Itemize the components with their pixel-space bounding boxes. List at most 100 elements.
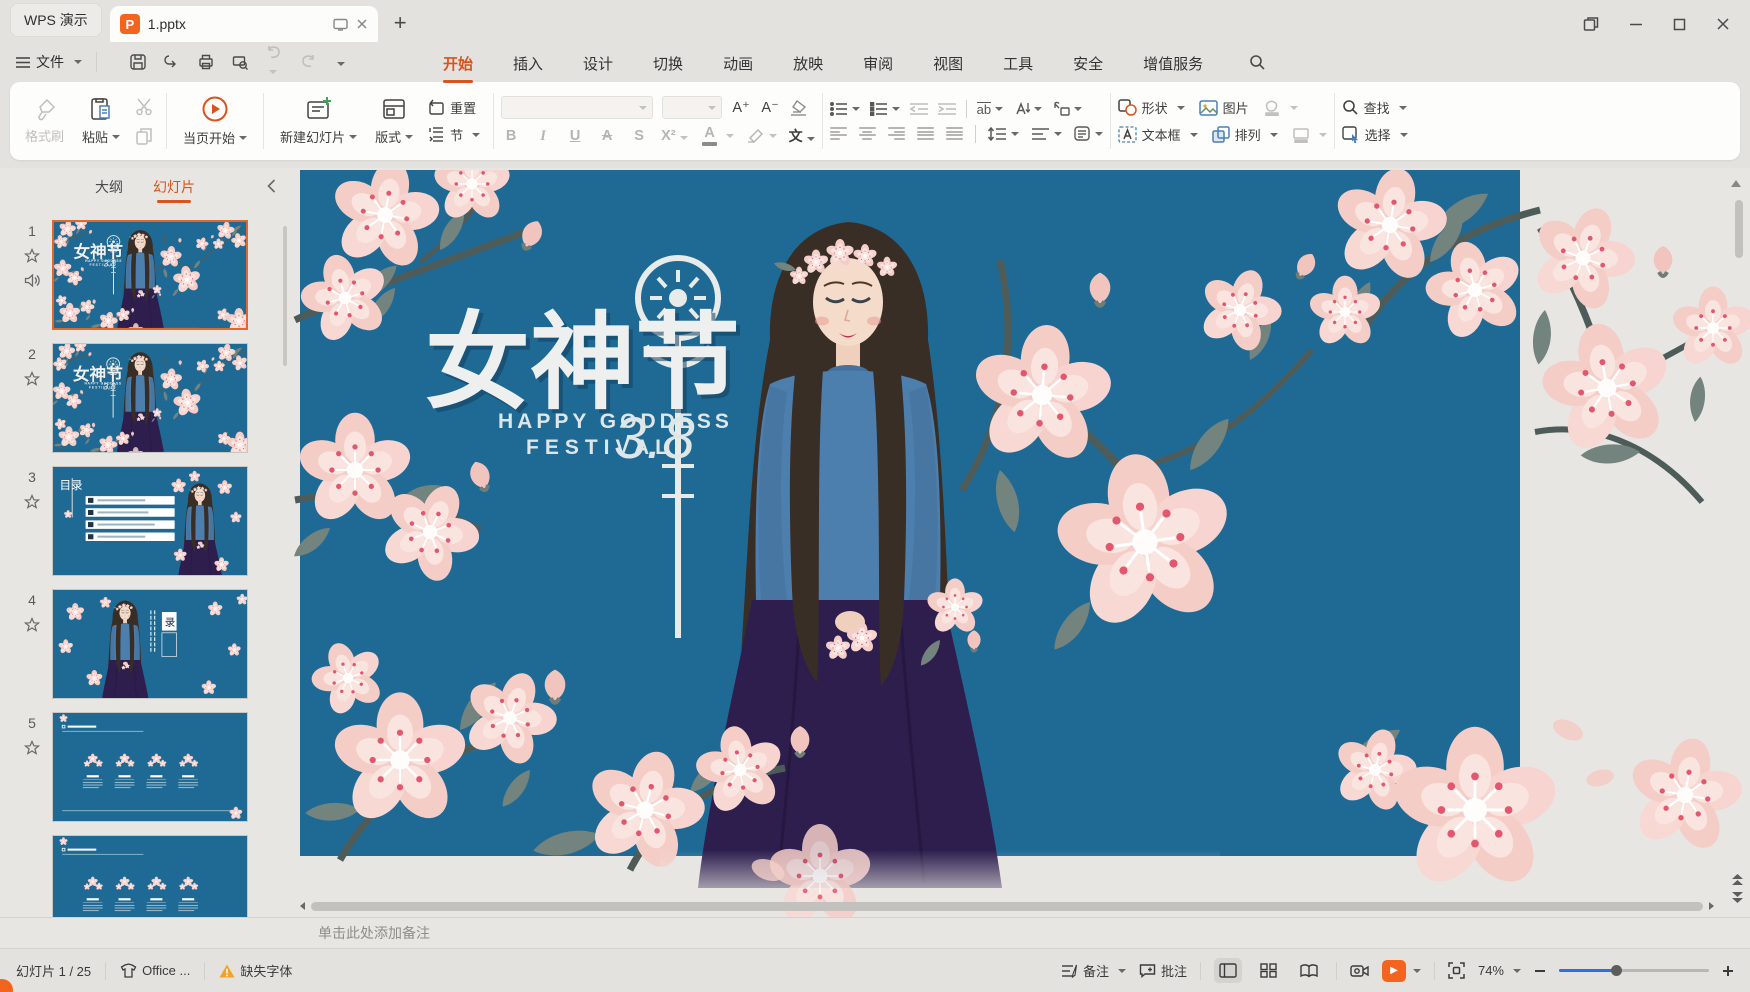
notes-area[interactable]: 单击此处添加备注 — [0, 917, 1750, 948]
textbox-button[interactable]: 文本框 — [1118, 125, 1198, 144]
zoom-slider[interactable] — [1559, 969, 1709, 972]
star-icon[interactable] — [24, 494, 40, 510]
tab-insert[interactable]: 插入 — [511, 44, 545, 81]
align-distribute-icon[interactable] — [946, 127, 963, 140]
slide-editor[interactable] — [290, 168, 1750, 917]
strikethrough-button[interactable]: A — [597, 128, 617, 144]
undo-icon[interactable] — [265, 45, 283, 79]
zoom-level[interactable]: 74% — [1478, 963, 1521, 978]
slide-thumbnail-1[interactable] — [52, 220, 248, 330]
reset-button[interactable]: 重置 — [428, 98, 480, 117]
slides-tab[interactable]: 幻灯片 — [151, 169, 197, 205]
slide-thumbnail-3[interactable] — [52, 466, 248, 576]
tab-premium[interactable]: 增值服务 — [1141, 44, 1205, 81]
ribbon-search-icon[interactable] — [1249, 54, 1266, 71]
export-icon[interactable] — [163, 53, 181, 71]
slide-thumbnail-5[interactable] — [52, 712, 248, 822]
app-home-button[interactable]: WPS 演示 — [10, 3, 102, 37]
audio-icon[interactable] — [24, 273, 40, 288]
bold-button[interactable]: B — [501, 128, 521, 144]
star-icon[interactable] — [24, 617, 40, 633]
new-slide-button[interactable]: 新建幻灯片 — [271, 87, 366, 155]
close-button[interactable] — [1716, 17, 1730, 31]
tab-animation[interactable]: 动画 — [721, 44, 755, 81]
maximize-button[interactable] — [1673, 18, 1686, 31]
superscript-button[interactable]: X² — [661, 128, 688, 144]
star-icon[interactable] — [24, 740, 40, 756]
text-direction-icon[interactable] — [1013, 101, 1030, 116]
slide-thumbnail-4[interactable] — [52, 589, 248, 699]
redo-icon[interactable] — [299, 54, 317, 70]
previous-slide-button[interactable] — [1732, 874, 1743, 886]
slide-canvas[interactable] — [290, 170, 1750, 917]
tab-security[interactable]: 安全 — [1071, 44, 1105, 81]
shadow-button[interactable]: S — [629, 128, 649, 144]
paste-button[interactable]: 粘贴 — [73, 87, 129, 155]
bullet-list-icon[interactable] — [830, 102, 848, 116]
slideshow-play-button[interactable]: ▶ — [1382, 960, 1406, 982]
decrease-indent-icon[interactable] — [910, 102, 928, 116]
missing-font-button[interactable]: 缺失字体 — [219, 961, 292, 980]
fill-style-button[interactable] — [1263, 100, 1298, 116]
font-size-combo[interactable] — [662, 96, 722, 119]
star-icon[interactable] — [24, 248, 40, 264]
scroll-right-icon[interactable] — [1709, 902, 1714, 910]
scroll-left-icon[interactable] — [300, 902, 305, 910]
char-spacing-button[interactable]: ab — [977, 102, 991, 116]
vertical-scrollbar[interactable] — [1735, 200, 1743, 258]
increase-indent-icon[interactable] — [938, 102, 956, 116]
paragraph-spacing-icon[interactable] — [1031, 127, 1049, 141]
tab-share-screen-icon[interactable] — [333, 18, 348, 31]
highlight-pen-icon[interactable] — [746, 128, 765, 144]
clear-format-icon[interactable] — [789, 99, 808, 116]
align-left-icon[interactable] — [830, 127, 847, 140]
zoom-in-button[interactable] — [1722, 965, 1734, 977]
italic-button[interactable]: I — [533, 128, 553, 145]
line-spacing-icon[interactable] — [988, 127, 1006, 141]
align-right-icon[interactable] — [888, 127, 905, 140]
normal-view-button[interactable] — [1214, 958, 1242, 983]
font-color-button[interactable]: A — [700, 126, 720, 146]
section-button[interactable]: 节 — [428, 125, 480, 144]
layout-button[interactable]: 版式 — [366, 87, 422, 155]
document-tab[interactable]: P 1.pptx — [110, 6, 378, 42]
new-tab-button[interactable]: + — [394, 12, 407, 34]
next-slide-button[interactable] — [1732, 892, 1743, 904]
zoom-out-button[interactable] — [1534, 965, 1546, 977]
print-icon[interactable] — [197, 53, 215, 71]
copy-icon[interactable] — [134, 126, 154, 146]
notes-toggle-button[interactable]: 备注 — [1061, 961, 1126, 980]
print-preview-icon[interactable] — [231, 53, 249, 71]
tab-view[interactable]: 视图 — [931, 44, 965, 81]
outline-tab[interactable]: 大纲 — [93, 169, 125, 205]
increase-font-button[interactable]: A⁺ — [731, 100, 751, 116]
pinyin-button[interactable]: 文 — [789, 126, 815, 146]
find-button[interactable]: 查找 — [1342, 98, 1407, 117]
play-from-current-button[interactable]: 当页开始 — [174, 87, 256, 155]
slide-thumbnail-6[interactable] — [52, 835, 248, 917]
tab-tools[interactable]: 工具 — [1001, 44, 1035, 81]
select-button[interactable]: 选择 — [1342, 125, 1408, 144]
numbered-list-icon[interactable] — [870, 102, 888, 116]
underline-button[interactable]: U — [565, 128, 585, 144]
shapes-button[interactable]: 形状 — [1118, 98, 1185, 117]
slide-sorter-view-button[interactable] — [1255, 958, 1282, 983]
minimize-button[interactable] — [1629, 17, 1643, 31]
scroll-up-icon[interactable] — [1731, 180, 1741, 187]
more-commands-icon[interactable] — [333, 53, 345, 71]
decrease-font-button[interactable]: A⁻ — [760, 100, 780, 116]
tab-transitions[interactable]: 切换 — [651, 44, 685, 81]
reading-view-button[interactable] — [1295, 959, 1323, 983]
fit-slide-icon[interactable] — [1448, 962, 1465, 979]
star-icon[interactable] — [24, 371, 40, 387]
sidebar-scrollbar[interactable] — [283, 226, 287, 366]
theme-button[interactable]: Office ... — [120, 963, 190, 979]
window-layout-icon[interactable] — [1583, 16, 1599, 32]
zoom-slider-knob[interactable] — [1611, 965, 1622, 976]
tab-design[interactable]: 设计 — [581, 44, 615, 81]
record-show-icon[interactable] — [1350, 963, 1369, 978]
tab-close-icon[interactable] — [356, 18, 368, 30]
format-painter-button[interactable]: 格式刷 — [16, 87, 73, 155]
convert-smartart-icon[interactable] — [1052, 101, 1070, 116]
tab-review[interactable]: 审阅 — [861, 44, 895, 81]
